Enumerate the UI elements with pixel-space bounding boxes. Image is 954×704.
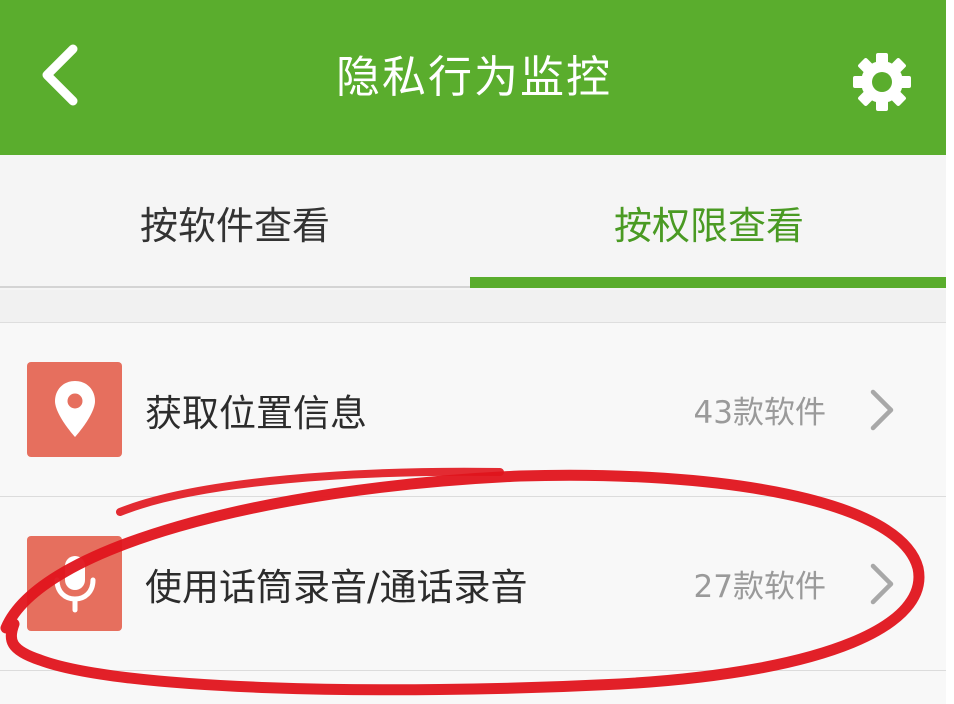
gear-icon (853, 53, 911, 111)
list-item-partial (0, 671, 948, 704)
privacy-monitor-screen: 隐私行为监控 按软件查看 按权限查看 获取位置信息 43款软件 使用话筒录音/通… (0, 0, 954, 704)
app-count: 43款软件 (693, 395, 826, 431)
view-tabs: 按软件查看 按权限查看 (0, 155, 948, 290)
microphone-icon-badge (27, 536, 122, 631)
tab-by-permission[interactable]: 按权限查看 (470, 155, 948, 290)
screenshot-edge (946, 0, 954, 704)
app-count: 27款软件 (693, 569, 826, 605)
chevron-right-icon (862, 559, 902, 609)
permission-item-label: 使用话筒录音/通话录音 (145, 565, 528, 609)
active-tab-indicator (470, 277, 948, 288)
app-header: 隐私行为监控 (0, 0, 948, 155)
page-title: 隐私行为监控 (336, 52, 612, 103)
settings-button[interactable] (846, 46, 918, 118)
permission-item-label: 获取位置信息 (145, 391, 367, 435)
section-spacer (0, 290, 948, 323)
location-pin-icon (54, 380, 95, 437)
tab-divider (0, 286, 470, 288)
microphone-icon (54, 555, 95, 612)
permission-item-location[interactable]: 获取位置信息 43款软件 (0, 323, 948, 497)
location-icon-badge (27, 362, 122, 457)
permission-item-microphone[interactable]: 使用话筒录音/通话录音 27款软件 (0, 497, 948, 671)
chevron-right-icon (862, 385, 902, 435)
tab-by-app[interactable]: 按软件查看 (0, 155, 470, 290)
